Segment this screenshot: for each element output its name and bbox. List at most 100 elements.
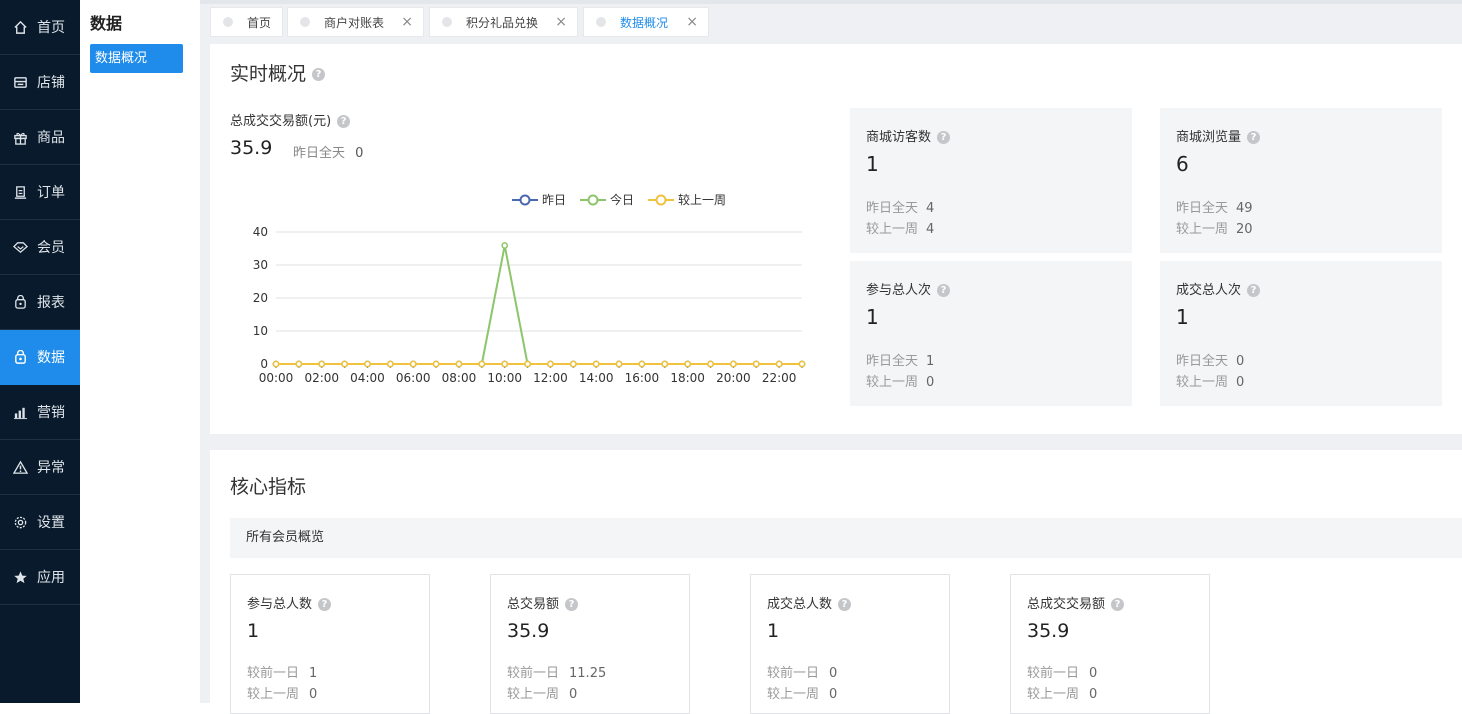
card-total-transaction: 总交易额? 35.9 较前一日 11.25 较上一周 0 [490,574,690,714]
tab-label: 数据概况 [620,15,669,30]
help-icon[interactable]: ? [565,598,579,611]
x-tick-label: 12:00 [533,371,568,385]
row-label: 较上一周 [866,375,919,390]
row-label: 较前一日 [1027,666,1080,681]
x-tick-label: 18:00 [670,371,705,385]
data-point [592,360,600,368]
card-row-prev-day: 较前一日 0 [1027,662,1097,681]
data-point [638,360,646,368]
subnav-item-data-overview[interactable]: 数据概况 [90,44,183,73]
stat-value: 6 [1176,152,1189,176]
row-label: 较上一周 [1027,687,1080,702]
stat-participant-count: 参与总人次? 1 昨日全天 1 较上一周 0 [850,261,1132,406]
row-value: 0 [926,375,935,390]
tab-label: 商户对账表 [324,15,385,30]
help-icon[interactable]: ? [318,598,332,611]
row-label: 较上一周 [1176,375,1229,390]
row-value: 20 [1236,222,1253,237]
data-point [547,360,554,368]
card-title-text: 总交易额 [507,597,560,612]
data-point [295,360,303,368]
row-label: 昨日全天 [866,201,919,216]
nav-item-3[interactable]: 订单 [0,165,80,220]
nav-item-8[interactable]: 异常 [0,440,80,495]
help-icon[interactable]: ? [337,115,351,128]
help-icon[interactable]: ? [937,284,951,297]
nav-item-7[interactable]: 营销 [0,385,80,440]
stat-row-last-week: 较上一周 20 [1176,218,1253,237]
row-value: 0 [1089,666,1098,681]
realtime-title: 实时概况? [230,59,326,86]
tab-merchant-statement[interactable]: 商户对账表 × [287,7,424,37]
close-icon[interactable]: × [401,15,413,29]
total-amount-yesterday: 昨日全天 0 [293,142,363,161]
row-label: 较上一周 [247,687,300,702]
bar-chart-icon [12,404,28,420]
data-point [341,360,348,368]
help-icon[interactable]: ? [1247,131,1261,144]
stat-row-yesterday: 昨日全天 1 [866,350,934,369]
card-row-last-week: 较上一周 0 [507,683,577,702]
row-value: 0 [1089,687,1098,702]
stat-title-text: 商城访客数 [866,130,932,145]
yesterday-label: 昨日全天 [293,146,346,161]
nav-item-9[interactable]: 设置 [0,495,80,550]
data-point [478,360,486,368]
nav-item-2[interactable]: 商品 [0,110,80,165]
nav-item-4[interactable]: 会员 [0,220,80,275]
tab-data-overview[interactable]: 数据概况 × [583,7,709,37]
row-value: 0 [1236,354,1245,369]
stat-row-yesterday: 昨日全天 0 [1176,350,1244,369]
help-icon[interactable]: ? [838,598,852,611]
stat-mall-visitors: 商城访客数? 1 昨日全天 4 较上一周 4 [850,108,1132,253]
stat-row-yesterday: 昨日全天 49 [1176,197,1253,216]
data-point [364,360,371,368]
card-value: 35.9 [507,620,550,642]
card-row-prev-day: 较前一日 11.25 [507,662,606,681]
nav-item-label: 营销 [37,405,65,421]
core-title: 核心指标 [230,476,307,498]
nav-item-10[interactable]: 应用 [0,550,80,605]
store-icon [12,74,28,90]
tab-points-gift-exchange[interactable]: 积分礼品兑换 × [429,7,578,37]
nav-item-5[interactable]: 报表 [0,275,80,330]
row-value: 0 [569,687,578,702]
row-label: 较前一日 [767,666,820,681]
nav-item-label: 店铺 [37,75,65,91]
x-tick-label: 20:00 [716,371,751,385]
tab-dot-icon [223,17,233,27]
data-point [569,360,577,368]
stat-deal-count: 成交总人次? 1 昨日全天 0 较上一周 0 [1160,261,1442,406]
row-label: 较前一日 [247,666,300,681]
nav-item-0[interactable]: 首页 [0,0,80,55]
nav-item-label: 商品 [37,130,65,146]
help-icon[interactable]: ? [312,68,326,81]
stat-row-last-week: 较上一周 4 [866,218,934,237]
nav-item-label: 会员 [37,240,65,256]
nav-item-6[interactable]: 数据 [0,330,80,385]
row-value: 49 [1236,201,1253,216]
stat-value: 1 [1176,305,1189,329]
row-value: 0 [829,666,838,681]
member-icon [12,239,28,255]
help-icon[interactable]: ? [1111,598,1125,611]
tab-home[interactable]: 首页 [210,7,283,37]
tab-dot-icon [300,17,310,27]
x-tick-label: 02:00 [304,371,339,385]
card-title-text: 总成交交易额 [1027,597,1106,612]
help-icon[interactable]: ? [937,131,951,144]
nav-item-label: 首页 [37,20,65,36]
help-icon[interactable]: ? [1247,284,1261,297]
row-value: 4 [926,201,935,216]
close-icon[interactable]: × [686,15,698,29]
realtime-title-text: 实时概况 [230,63,307,85]
nav-item-1[interactable]: 店铺 [0,55,80,110]
y-tick-label: 30 [253,258,268,272]
row-value: 1 [309,666,318,681]
card-value: 1 [247,620,260,642]
close-icon[interactable]: × [555,15,567,29]
card-total-deal-amount: 总成交交易额? 35.9 较前一日 0 较上一周 0 [1010,574,1210,714]
stat-title: 商城浏览量? [1176,126,1261,145]
card-title: 成交总人数? [767,593,852,612]
row-value: 0 [1236,375,1245,390]
